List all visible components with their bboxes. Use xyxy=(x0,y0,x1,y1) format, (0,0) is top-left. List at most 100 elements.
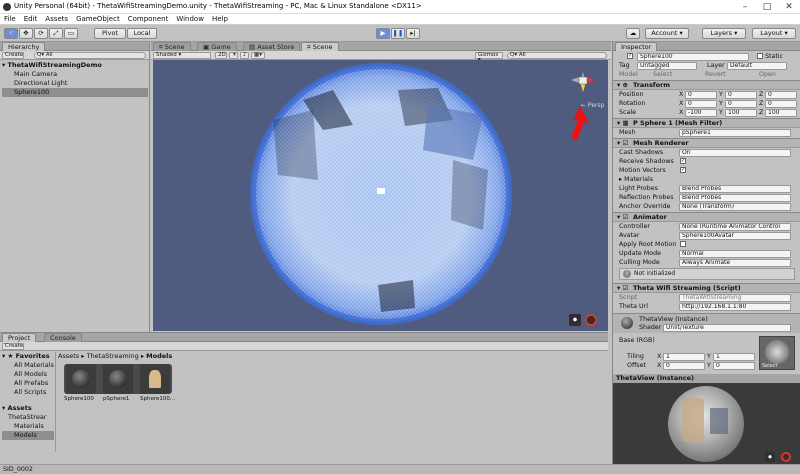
record-icon[interactable] xyxy=(585,314,597,326)
fav-all-prefabs[interactable]: All Prefabs xyxy=(14,379,48,388)
move-tool-icon[interactable]: ✥ xyxy=(19,28,33,39)
tag-dropdown[interactable]: Untagged xyxy=(637,61,697,70)
play-icon[interactable]: ▶ xyxy=(376,28,390,39)
scale-z-field[interactable]: 100 xyxy=(765,108,797,117)
camera-gizmo-icon[interactable] xyxy=(377,188,385,194)
microphone-icon[interactable]: ⏺ xyxy=(569,314,581,326)
persp-label[interactable]: ← Persp xyxy=(581,102,605,109)
tree-materials[interactable]: Materials xyxy=(14,422,44,431)
reflection-probes-dropdown[interactable]: Blend Probes xyxy=(679,193,791,202)
hierarchy-create-button[interactable]: Create xyxy=(2,52,24,59)
hierarchy-scene-row[interactable]: ▾ ThetaWifiStreamingDemo xyxy=(2,61,148,70)
tree-models[interactable]: Models xyxy=(2,431,54,440)
transform-header[interactable]: ▾ ⊕ Transform xyxy=(613,80,800,90)
scale-y-field[interactable]: 100 xyxy=(725,108,757,117)
tab-asset-store[interactable]: ▤ Asset Store xyxy=(243,42,301,51)
asset-psphere1[interactable] xyxy=(103,364,133,394)
materials-row[interactable]: ▸ Materials xyxy=(613,175,800,184)
material-header[interactable]: ThetaView (Instance) Shader Unlit/Textur… xyxy=(613,313,800,333)
position-x-field[interactable]: 0 xyxy=(685,90,717,99)
tiling-x-field[interactable]: 1 xyxy=(663,352,705,361)
scale-tool-icon[interactable]: ⤢ xyxy=(49,28,63,39)
tab-inspector[interactable]: Inspector xyxy=(615,42,658,51)
prefab-revert-button[interactable]: Revert xyxy=(705,70,726,79)
tab-game[interactable]: ▣ Game xyxy=(197,42,237,51)
cloud-icon[interactable]: ☁ xyxy=(626,28,640,39)
favorites-row[interactable]: ▾ ★ Favorites xyxy=(2,352,50,361)
fav-all-models[interactable]: All Models xyxy=(14,370,47,379)
offset-y-field[interactable]: 0 xyxy=(713,361,755,370)
layers-dropdown[interactable]: Layers ▾ xyxy=(702,28,746,39)
mesh-filter-header[interactable]: ▾ ▦ P Sphere 1 (Mesh Filter) xyxy=(613,118,800,128)
hierarchy-item-sphere100[interactable]: Sphere100 xyxy=(2,88,148,97)
gizmos-dropdown[interactable]: Gizmos ▾ xyxy=(475,52,503,63)
prefab-select-button[interactable]: Select xyxy=(653,70,672,79)
rotation-y-field[interactable]: 0 xyxy=(725,99,757,108)
breadcrumb-thetastreaming[interactable]: ThetaStreaming xyxy=(87,352,139,360)
culling-mode-dropdown[interactable]: Always Animate xyxy=(679,258,791,267)
mesh-field[interactable]: pSphere1 xyxy=(679,128,791,137)
shader-dropdown[interactable]: Unlit/Texture xyxy=(663,324,791,332)
tab-project[interactable]: Project xyxy=(2,333,37,342)
preview-header[interactable]: ThetaView (Instance) xyxy=(613,374,800,383)
menu-help[interactable]: Help xyxy=(208,14,232,23)
offset-x-field[interactable]: 0 xyxy=(663,361,705,370)
breadcrumb-assets[interactable]: Assets xyxy=(58,352,79,360)
active-checkbox[interactable]: ✓ xyxy=(627,53,633,59)
prefab-open-button[interactable]: Open xyxy=(759,70,776,79)
tree-thetastreaming[interactable]: ThetaStrear xyxy=(8,413,46,422)
light-probes-dropdown[interactable]: Blend Probes xyxy=(679,184,791,193)
pause-icon[interactable]: ❚❚ xyxy=(391,28,405,39)
menu-window[interactable]: Window xyxy=(172,14,208,23)
preview-sphere[interactable] xyxy=(668,386,744,462)
scale-x-field[interactable]: -100 xyxy=(685,108,717,117)
preview-record-icon[interactable] xyxy=(781,452,791,462)
tiling-y-field[interactable]: 1 xyxy=(713,352,755,361)
orientation-gizmo[interactable] xyxy=(571,72,595,92)
audio-toggle-icon[interactable]: ♪ xyxy=(240,52,249,59)
menu-assets[interactable]: Assets xyxy=(41,14,72,23)
anchor-override-field[interactable]: None (Transform) xyxy=(679,202,791,211)
2d-toggle[interactable]: 2D xyxy=(215,52,227,59)
rotation-z-field[interactable]: 0 xyxy=(765,99,797,108)
script-header[interactable]: ▾ ☑ Theta Wifi Streaming (Script) xyxy=(613,283,800,293)
controller-field[interactable]: None (Runtime Animator Control xyxy=(679,222,791,231)
object-name-field[interactable]: Sphere100 xyxy=(637,52,749,61)
layer-dropdown[interactable]: Default xyxy=(727,61,787,70)
tab-console[interactable]: Console xyxy=(44,333,82,342)
static-checkbox[interactable] xyxy=(757,53,763,59)
update-mode-dropdown[interactable]: Normal xyxy=(679,249,791,258)
layout-dropdown[interactable]: Layout ▾ xyxy=(752,28,796,39)
preview-mic-icon[interactable]: ⏺ xyxy=(765,452,775,462)
avatar-field[interactable]: Sphere100Avatar xyxy=(679,231,791,240)
motion-vectors-checkbox[interactable]: ✓ xyxy=(680,167,686,173)
menu-component[interactable]: Component xyxy=(124,14,173,23)
menu-gameobject[interactable]: GameObject xyxy=(72,14,124,23)
fav-all-materials[interactable]: All Materials xyxy=(14,361,54,370)
account-dropdown[interactable]: Account ▾ xyxy=(645,28,689,39)
pivot-toggle[interactable]: Pivot xyxy=(94,28,126,39)
tab-hierarchy[interactable]: Hierarchy xyxy=(2,42,46,51)
scene-search-input[interactable]: Q▾ All xyxy=(507,52,607,59)
menu-file[interactable]: File xyxy=(0,14,20,23)
rotate-tool-icon[interactable]: ⟳ xyxy=(34,28,48,39)
theta-url-field[interactable]: http://192.168.1.1:80 xyxy=(679,302,791,311)
lighting-toggle-icon[interactable]: ☀ xyxy=(229,52,238,59)
hierarchy-item-directional-light[interactable]: Directional Light xyxy=(14,79,67,88)
step-icon[interactable]: ▸| xyxy=(406,28,420,39)
mesh-renderer-header[interactable]: ▾ ☑ Mesh Renderer xyxy=(613,138,800,148)
scene-view[interactable]: ← Persp ⏺ xyxy=(153,60,608,331)
fav-all-scripts[interactable]: All Scripts xyxy=(14,388,46,397)
hand-tool-icon[interactable]: ☜ xyxy=(4,28,18,39)
effects-toggle-icon[interactable]: ▦▾ xyxy=(251,52,265,59)
menu-edit[interactable]: Edit xyxy=(20,14,42,23)
assets-row[interactable]: ▾ Assets xyxy=(2,404,32,413)
hierarchy-search-input[interactable]: Q▾ All xyxy=(34,52,146,59)
shading-dropdown[interactable]: Shaded ▾ xyxy=(153,52,211,59)
animator-header[interactable]: ▾ ☑ Animator xyxy=(613,212,800,222)
position-z-field[interactable]: 0 xyxy=(765,90,797,99)
asset-sphere100-avatar[interactable] xyxy=(140,364,170,394)
position-y-field[interactable]: 0 xyxy=(725,90,757,99)
close-icon[interactable]: ✕ xyxy=(778,0,800,14)
minimize-icon[interactable]: – xyxy=(734,0,756,14)
